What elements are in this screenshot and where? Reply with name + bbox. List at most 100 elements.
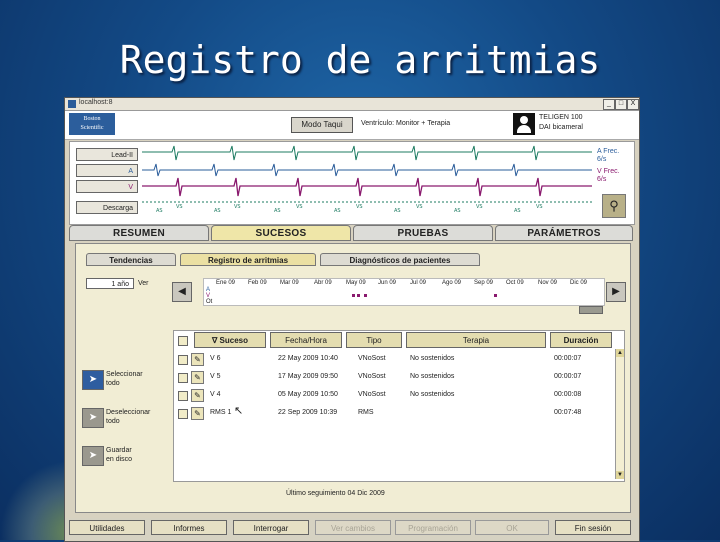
download-button[interactable]: Descarga bbox=[76, 201, 138, 214]
utilities-button[interactable]: Utilidades bbox=[69, 520, 145, 535]
table-row[interactable]: ✎ V 4 05 May 2009 10:50 VNoSost No soste… bbox=[174, 387, 614, 403]
month-label: Oct 09 bbox=[506, 280, 524, 286]
tab-sucesos[interactable]: SUCESOS bbox=[211, 225, 351, 241]
timeline-next-icon[interactable]: ▶ bbox=[606, 282, 626, 302]
deselect-all-icon[interactable]: ➤ bbox=[82, 408, 104, 428]
table-row[interactable]: ✎ V 6 22 May 2009 10:40 VNoSost No soste… bbox=[174, 351, 614, 367]
close-button[interactable]: X bbox=[627, 99, 639, 110]
app-header: Boston Scientific Modo Taqui Ventrículo:… bbox=[65, 111, 639, 140]
device-name: TELIGEN 100 bbox=[539, 114, 583, 121]
interrogate-button[interactable]: Interrogar bbox=[233, 520, 309, 535]
marker-vs-7: VS bbox=[536, 204, 543, 210]
marker-vs-4: VS bbox=[356, 204, 363, 210]
month-label: Abr 09 bbox=[314, 280, 332, 286]
save-to-disk-icon[interactable]: ➤ bbox=[82, 446, 104, 466]
lead-ii-button[interactable]: Lead-II bbox=[76, 148, 138, 161]
mouse-cursor-icon: ↖ bbox=[234, 405, 244, 417]
ventricular-rate-legend: V Frec. 6/s bbox=[597, 168, 620, 183]
timeline-scroll-handle[interactable] bbox=[579, 306, 603, 314]
ventricular-trace bbox=[142, 177, 592, 197]
event-detail-icon[interactable]: ✎ bbox=[191, 389, 204, 402]
col-terapia[interactable]: Terapia bbox=[406, 332, 546, 348]
table-row[interactable]: ✎ V 5 17 May 2009 09:50 VNoSost No soste… bbox=[174, 369, 614, 385]
timeline-prev-icon[interactable]: ◀ bbox=[172, 282, 192, 302]
table-scrollbar[interactable]: ▲ ▼ bbox=[615, 349, 624, 479]
select-all-action[interactable]: ➤ Seleccionar todo bbox=[82, 368, 162, 392]
period-select[interactable]: 1 año bbox=[86, 278, 134, 289]
month-label: Sep 09 bbox=[474, 280, 494, 286]
month-label: Mar 09 bbox=[280, 280, 299, 286]
event-detail-icon[interactable]: ✎ bbox=[191, 407, 204, 420]
event-timeline[interactable]: Ene 09 Feb 09 Mar 09 Abr 09 May 09 Jun 0… bbox=[203, 278, 605, 314]
tab-pruebas[interactable]: PRUEBAS bbox=[353, 225, 493, 241]
window-titlebar: localhost:8 _ □ X bbox=[65, 98, 639, 111]
end-session-button[interactable]: Fin sesión bbox=[555, 520, 631, 535]
row-checkbox[interactable] bbox=[178, 409, 188, 419]
marker-vs-5: VS bbox=[416, 204, 423, 210]
ventricular-channel-button[interactable]: V bbox=[76, 180, 138, 193]
scroll-down-icon[interactable]: ▼ bbox=[616, 471, 624, 479]
month-label: Dic 09 bbox=[570, 280, 588, 286]
timeline-series-ot: Ot bbox=[206, 299, 213, 305]
device-type: DAI bicameral bbox=[539, 124, 583, 131]
marker-as-2: AS bbox=[214, 208, 221, 214]
select-all-checkbox[interactable] bbox=[178, 336, 188, 346]
atrial-rate-legend: A Frec. 6/s bbox=[597, 148, 620, 163]
timeline-event-mark bbox=[364, 294, 367, 297]
maximize-button[interactable]: □ bbox=[615, 99, 627, 110]
col-duracion[interactable]: Duración bbox=[550, 332, 612, 348]
col-suceso[interactable]: ∇ Suceso bbox=[194, 332, 266, 348]
event-detail-icon[interactable]: ✎ bbox=[191, 353, 204, 366]
month-label: Jun 09 bbox=[378, 280, 397, 286]
month-label: Ene 09 bbox=[216, 280, 236, 286]
month-label: May 09 bbox=[346, 280, 366, 286]
subtab-tendencias[interactable]: Tendencias bbox=[86, 253, 176, 266]
device-info: TELIGEN 100 DAI bicameral bbox=[539, 113, 583, 133]
tab-parametros[interactable]: PARÁMETROS bbox=[495, 225, 633, 241]
slide-title: Registro de arritmias bbox=[119, 38, 601, 82]
marker-as-4: AS bbox=[334, 208, 341, 214]
row-checkbox[interactable] bbox=[178, 373, 188, 383]
marker-vs-6: VS bbox=[476, 204, 483, 210]
programmer-window: localhost:8 _ □ X Boston Scientific Modo… bbox=[64, 97, 640, 542]
view-changes-button[interactable]: Ver cambios bbox=[315, 520, 391, 535]
boston-scientific-logo: Boston Scientific bbox=[69, 113, 115, 135]
minimize-button[interactable]: _ bbox=[603, 99, 615, 110]
row-checkbox[interactable] bbox=[178, 355, 188, 365]
app-icon bbox=[68, 100, 76, 108]
ok-button[interactable]: OK bbox=[475, 520, 549, 535]
month-label: Nov 09 bbox=[538, 280, 558, 286]
programming-button[interactable]: Programación bbox=[395, 520, 471, 535]
period-label: Ver bbox=[138, 280, 149, 287]
events-panel: Tendencias Registro de arritmias Diagnós… bbox=[75, 243, 631, 513]
deselect-all-action[interactable]: ➤ Deseleccionar todo bbox=[82, 406, 162, 430]
timeline-event-mark bbox=[352, 294, 355, 297]
reports-button[interactable]: Informes bbox=[151, 520, 227, 535]
month-label: Feb 09 bbox=[248, 280, 267, 286]
patient-icon bbox=[513, 113, 535, 135]
tab-resumen[interactable]: RESUMEN bbox=[69, 225, 209, 241]
row-checkbox[interactable] bbox=[178, 391, 188, 401]
marker-as-7: AS bbox=[514, 208, 521, 214]
timeline-event-mark bbox=[357, 294, 360, 297]
col-fecha-hora[interactable]: Fecha/Hora bbox=[270, 332, 342, 348]
subtab-diagnosticos[interactable]: Diagnósticos de pacientes bbox=[320, 253, 480, 266]
marker-as-1: AS bbox=[156, 208, 163, 214]
marker-vs-2: VS bbox=[234, 204, 241, 210]
atrial-trace bbox=[142, 163, 592, 177]
mode-button[interactable]: Modo Taqui bbox=[291, 117, 353, 133]
subtab-registro-arritmias[interactable]: Registro de arritmias bbox=[180, 253, 316, 266]
ecg-panel: Lead-II A V Descarga AS VS AS VS AS VS A… bbox=[69, 141, 635, 225]
timeline-event-mark bbox=[494, 294, 497, 297]
save-to-disk-action[interactable]: ➤ Guardar en disco bbox=[82, 444, 162, 468]
event-detail-icon[interactable]: ✎ bbox=[191, 371, 204, 384]
atrial-channel-button[interactable]: A bbox=[76, 164, 138, 177]
main-tabs: RESUMEN SUCESOS PRUEBAS PARÁMETROS bbox=[69, 225, 633, 241]
select-all-icon[interactable]: ➤ bbox=[82, 370, 104, 390]
col-tipo[interactable]: Tipo bbox=[346, 332, 402, 348]
mode-status: Ventrículo: Monitor + Terapia bbox=[361, 120, 451, 127]
scroll-up-icon[interactable]: ▲ bbox=[616, 349, 624, 357]
magnify-icon[interactable]: ⚲ bbox=[602, 194, 626, 218]
marker-as-6: AS bbox=[454, 208, 461, 214]
marker-vs-3: VS bbox=[296, 204, 303, 210]
